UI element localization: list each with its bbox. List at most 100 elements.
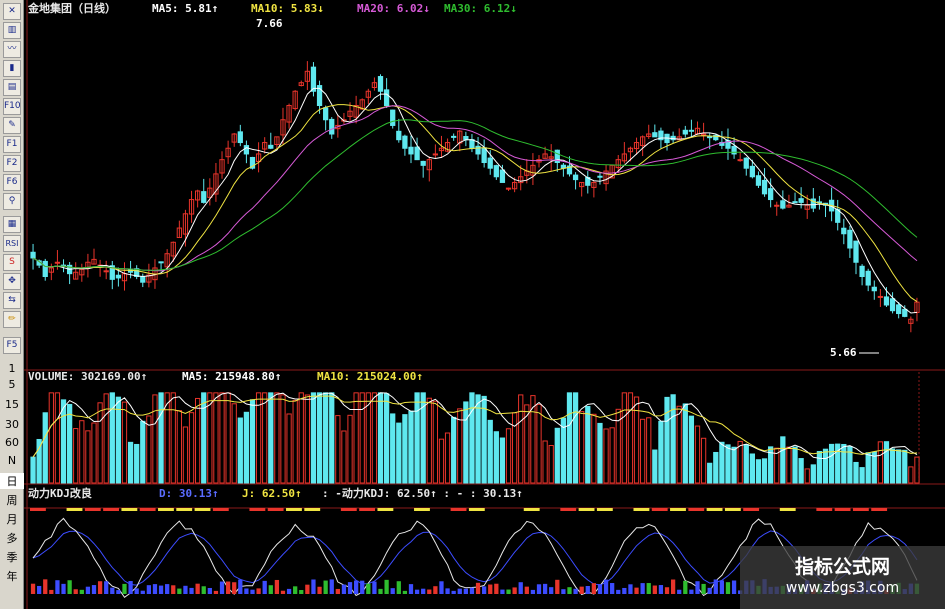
- kline-icon[interactable]: ▥: [3, 22, 21, 39]
- kdj-bar: [518, 582, 523, 594]
- volume-bar: [487, 419, 493, 484]
- kdj-bar: [463, 588, 468, 594]
- candle-body: [883, 296, 890, 306]
- volume-bar: [664, 396, 670, 484]
- period-5min[interactable]: 5: [0, 378, 24, 391]
- ma10-label: MA10: 5.83↓: [251, 2, 324, 15]
- kdj-bar: [713, 579, 718, 594]
- volume-bar: [853, 461, 859, 484]
- rsi-button[interactable]: RSI: [3, 235, 21, 252]
- signal-strip: [84, 508, 101, 511]
- switch-icon[interactable]: ⇆: [3, 292, 21, 309]
- period-day[interactable]: 日: [0, 473, 24, 489]
- candle-body: [841, 227, 847, 235]
- signal-strip: [121, 508, 138, 511]
- period-n[interactable]: N: [0, 454, 24, 467]
- candle-icon[interactable]: ▮: [3, 60, 21, 77]
- period-30min[interactable]: 30: [0, 418, 24, 431]
- volume-bar: [743, 444, 749, 484]
- bar-chart-icon[interactable]: ▤: [3, 79, 21, 96]
- kdj-bar: [658, 585, 664, 594]
- candle-body: [402, 135, 408, 149]
- candle-body: [158, 261, 164, 264]
- signal-strip: [670, 508, 686, 511]
- signal-strip: [724, 508, 741, 511]
- f6-button[interactable]: F6: [3, 174, 21, 191]
- move-icon[interactable]: ✥: [3, 273, 21, 290]
- kdj-bar: [469, 587, 475, 594]
- kdj-bar: [542, 583, 548, 594]
- kdj-bar: [97, 581, 103, 594]
- kdj-bar: [323, 580, 328, 594]
- volume-bar: [310, 392, 317, 484]
- trend-line-icon[interactable]: 〰: [3, 41, 21, 58]
- period-60min[interactable]: 60: [0, 436, 24, 449]
- kdj-bar: [640, 583, 645, 594]
- candle-body: [243, 145, 250, 155]
- watermark-url: www.zbgs3.com: [785, 580, 900, 596]
- left-toolbar: ✕ ▥ 〰 ▮ ▤ F10 ✎ F1 F2 F6 ⚲ ▦ RSI S ✥ ⇆ ✏…: [0, 0, 24, 609]
- search-icon[interactable]: ⚲: [3, 193, 21, 210]
- ma20-label: MA20: 6.02↓: [357, 2, 430, 15]
- kdj-bar: [67, 580, 72, 594]
- period-1min[interactable]: 1: [0, 362, 24, 375]
- signal-strip: [194, 508, 211, 511]
- volume-bar: [755, 459, 762, 484]
- close-window-icon[interactable]: ✕: [3, 3, 21, 20]
- kdj-bar: [664, 587, 670, 594]
- candle-body: [432, 153, 439, 156]
- kdj-bar: [372, 581, 377, 594]
- signal-strip: [103, 508, 119, 511]
- kdj-bar: [366, 583, 371, 594]
- kdj-bar: [152, 584, 158, 594]
- kdj-bar: [670, 579, 676, 594]
- kdj-bar: [207, 587, 212, 594]
- note-icon[interactable]: ✎: [3, 117, 21, 134]
- period-week[interactable]: 周: [0, 492, 24, 508]
- signal-strip: [267, 508, 284, 511]
- signal-strip: [871, 508, 888, 511]
- signal-strip: [414, 508, 430, 511]
- period-month[interactable]: 月: [0, 511, 24, 527]
- candle-body: [749, 165, 755, 178]
- kdj-bar: [244, 588, 249, 594]
- kdj-bar: [189, 587, 194, 594]
- volume-bar: [798, 458, 804, 484]
- f2-button[interactable]: F2: [3, 155, 21, 172]
- indicator-icon[interactable]: ▦: [3, 216, 21, 233]
- signal-strip: [596, 508, 613, 511]
- fs-icon[interactable]: F5: [3, 337, 21, 354]
- kdj-bar: [585, 586, 590, 594]
- kdj-bar: [646, 583, 651, 594]
- candle-body: [396, 130, 402, 141]
- s-button[interactable]: S: [3, 254, 21, 271]
- candle-body: [889, 298, 896, 312]
- kdj-bar: [79, 589, 84, 594]
- period-15min[interactable]: 15: [0, 398, 24, 411]
- kdj-bar: [219, 581, 225, 594]
- volume-bar: [889, 448, 896, 484]
- candle-body: [201, 191, 207, 203]
- kdj-bar: [689, 589, 694, 594]
- chart-canvas[interactable]: 金地集团（日线） MA5: 5.81↑ MA10: 5.83↓ MA20: 6.…: [24, 0, 945, 609]
- signal-strip: [249, 508, 266, 511]
- f10-button[interactable]: F10: [3, 98, 21, 115]
- signal-strip: [468, 508, 485, 511]
- kdj-bar: [30, 583, 36, 594]
- volume-bar: [597, 422, 603, 484]
- volume-bar: [316, 392, 323, 484]
- watermark-title: 指标公式网: [794, 556, 890, 578]
- period-year[interactable]: 年: [0, 568, 24, 584]
- signal-strip: [651, 508, 668, 511]
- signal-strip: [688, 508, 705, 511]
- candle-body: [329, 118, 335, 135]
- period-multi[interactable]: 多: [0, 530, 24, 546]
- kdj-bar: [530, 589, 536, 594]
- volume-bar: [402, 414, 408, 484]
- kdj-bar: [256, 588, 261, 594]
- kdj-bar: [677, 589, 682, 594]
- pencil-icon[interactable]: ✏: [3, 311, 21, 328]
- candle-body: [853, 240, 859, 263]
- f1-button[interactable]: F1: [3, 136, 21, 153]
- period-season[interactable]: 季: [0, 549, 24, 565]
